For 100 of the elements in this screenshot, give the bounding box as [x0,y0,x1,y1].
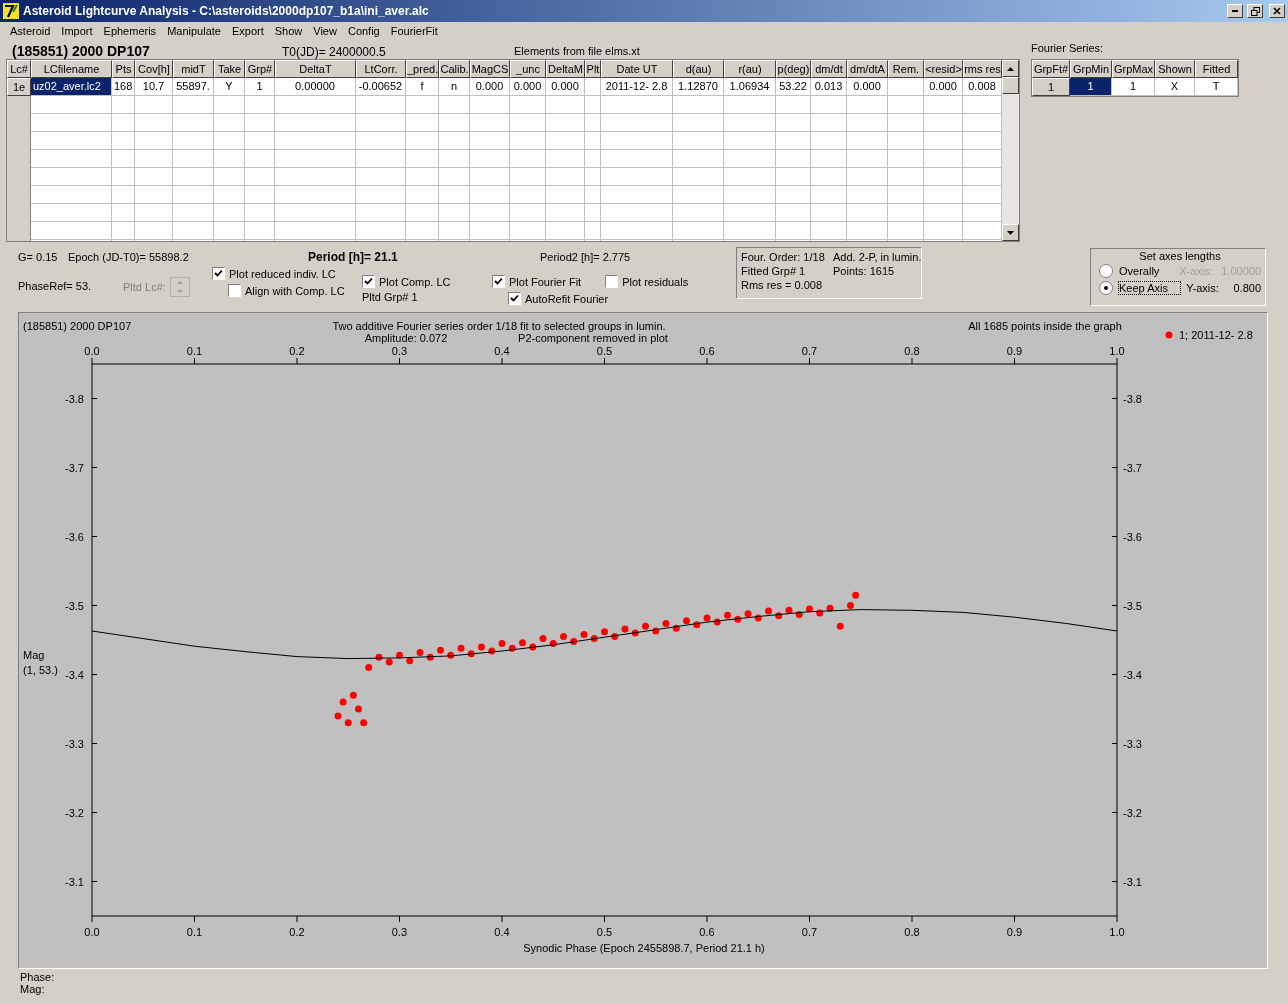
table-cell[interactable]: 0.000 [470,78,510,96]
scroll-up-button[interactable] [1002,60,1019,77]
column-header[interactable]: p(deg) [776,60,811,78]
row-header[interactable]: 1e [7,78,31,96]
table-cell[interactable]: 0.008 [963,78,1002,96]
table-cell[interactable]: 0.00000 [275,78,356,96]
column-header[interactable]: Plt [585,60,601,78]
column-header[interactable]: LCfilename [31,60,112,78]
minimize-button[interactable] [1227,4,1243,18]
restore-button[interactable] [1247,4,1263,18]
column-header[interactable]: DeltaM [546,60,585,78]
table-cell[interactable]: 53.22 [776,78,811,96]
column-header[interactable]: Lc# [7,60,31,78]
table-cell[interactable]: uz02_aver.lc2 [31,78,112,96]
menu-item[interactable]: Manipulate [161,25,226,37]
column-header[interactable]: dm/dtA [847,60,888,78]
column-header[interactable]: GrpMin [1070,60,1112,78]
table-cell[interactable]: 0.000 [546,78,585,96]
checkbox[interactable] [605,275,619,288]
menu-item[interactable]: View [307,25,342,37]
table-cell[interactable]: 10.7 [135,78,173,96]
column-header[interactable]: _unc [510,60,546,78]
table-cell[interactable]: T [1195,78,1238,96]
table-cell[interactable]: 1.12870 [673,78,724,96]
row-header[interactable]: 1 [1032,78,1070,96]
column-header[interactable]: Grp# [245,60,275,78]
column-header[interactable]: Fitted [1195,60,1238,78]
data-point [570,637,578,645]
group-title: Set axes lengths [1138,250,1222,262]
table-cell[interactable]: 0.000 [510,78,546,96]
table-cell[interactable]: -0.00652 [356,78,406,96]
scroll-down-button[interactable] [1002,224,1019,241]
table-cell[interactable]: 0.013 [811,78,847,96]
table-cell[interactable]: 0.000 [847,78,888,96]
table-cell[interactable]: 1 [1070,78,1112,96]
table-cell[interactable]: 168 [112,78,135,96]
g-value: G= 0.15 [18,251,59,263]
column-header[interactable]: DeltaT [275,60,356,78]
close-button[interactable] [1269,4,1285,18]
menu-item[interactable]: Asteroid [4,25,56,37]
table-cell[interactable]: 1 [1112,78,1155,96]
column-header[interactable]: Pts [112,60,135,78]
table-cell[interactable]: 55897. [173,78,214,96]
checkbox[interactable] [212,267,225,280]
menu-item[interactable]: Import [55,25,98,37]
column-header[interactable]: Take [214,60,245,78]
table-cell[interactable]: 1.06934 [724,78,776,96]
checkbox[interactable] [362,275,375,288]
table-cell[interactable]: X [1155,78,1195,96]
column-header[interactable]: Rem. [888,60,924,78]
column-header[interactable]: Date UT [601,60,673,78]
y-tick-label: -3.4 [1123,668,1142,681]
column-header[interactable]: midT [173,60,214,78]
menu-item[interactable]: Export [225,25,269,37]
column-header[interactable]: LtCorr. [356,60,406,78]
column-header[interactable]: _pred. [406,60,439,78]
column-header[interactable]: dm/dt [811,60,847,78]
data-point [396,651,403,659]
menu-item[interactable]: Show [268,25,308,37]
data-point [508,644,516,652]
fourier-info-text: Points: 1615 [833,265,896,277]
menu-item[interactable]: Ephemeris [97,25,162,37]
table-cell[interactable]: 0.000 [924,78,963,96]
checkbox[interactable] [508,292,521,305]
epoch-value: Epoch (JD-T0)= 55898.2 [68,251,190,263]
data-point [406,657,414,665]
checkbox[interactable] [228,284,241,297]
data-point [437,646,444,654]
column-header[interactable]: Cov[h] [135,60,173,78]
fourier-info-text: Rms res = 0.008 [741,279,823,291]
table-cell[interactable]: 2011-12- 2.8 [601,78,673,96]
radio-button[interactable] [1099,280,1113,295]
table-cell[interactable]: Y [214,78,245,96]
checkbox[interactable] [492,275,505,288]
data-point [426,653,434,661]
menu-item[interactable]: Config [341,25,385,37]
column-header[interactable]: Calib. [439,60,470,78]
column-header[interactable]: d(au) [673,60,724,78]
table-cell[interactable]: 1 [245,78,275,96]
data-point [560,633,567,641]
column-header[interactable]: GrpFt# [1032,60,1070,78]
data-point [375,653,383,661]
column-header[interactable]: rms res [963,60,1002,78]
column-header[interactable]: MagCS [470,60,510,78]
y-tick-label: -3.4 [65,668,84,681]
column-header[interactable]: GrpMax [1112,60,1155,78]
scrollbar[interactable] [1002,60,1019,241]
column-header[interactable]: Shown [1155,60,1195,78]
phase-ref-value: PhaseRef= 53. [18,280,93,292]
column-header[interactable]: <resid> [924,60,963,78]
radio-button[interactable] [1099,263,1113,278]
data-point [806,605,813,613]
scroll-thumb[interactable] [1002,77,1019,94]
checkbox-label: Plot reduced indiv. LC [229,267,336,280]
data-point [621,625,629,633]
column-header[interactable]: r(au) [724,60,776,78]
table-cell[interactable]: f [406,78,439,96]
table-cell[interactable]: n [439,78,470,96]
menu-item[interactable]: FourierFit [384,25,443,37]
axis-value: 0.800 [1233,281,1261,294]
